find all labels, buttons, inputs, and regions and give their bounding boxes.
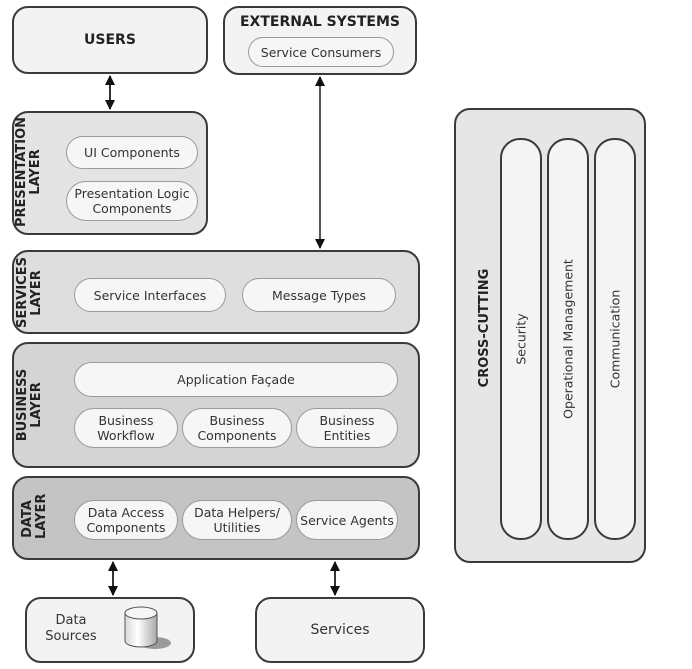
presentation-label-line1: PRESENTATION — [14, 116, 29, 228]
services-title: Services — [310, 622, 370, 638]
data-access-components-pill: Data Access Components — [74, 500, 178, 540]
cross-cutting-title: CROSS-CUTTING — [477, 268, 492, 388]
message-types-pill: Message Types — [242, 278, 396, 312]
security-label: Security — [513, 313, 529, 365]
communication-label: Communication — [607, 289, 623, 389]
communication-column: Communication — [594, 138, 636, 540]
presentation-label-line2: LAYER — [28, 149, 43, 195]
services-layer-label: SERVICES LAYER — [15, 257, 46, 328]
external-systems-box: EXTERNAL SYSTEMS Service Consumers — [223, 6, 417, 75]
services-layer: SERVICES LAYER Service Interfaces Messag… — [12, 250, 420, 334]
security-column: Security — [500, 138, 542, 540]
service-consumers-pill: Service Consumers — [248, 37, 394, 67]
users-title: USERS — [84, 32, 136, 48]
presentation-layer-label: PRESENTATION LAYER — [14, 114, 45, 230]
data-sources-box: Data Sources — [25, 597, 195, 663]
presentation-logic-components-pill: Presentation Logic Components — [66, 181, 198, 221]
operational-management-column: Operational Management — [547, 138, 589, 540]
cross-cutting-box: CROSS-CUTTING Security Operational Manag… — [454, 108, 646, 563]
data-layer-label: DATA LAYER — [20, 493, 51, 539]
application-facade-pill: Application Façade — [74, 362, 398, 397]
presentation-layer: PRESENTATION LAYER UI Components Present… — [12, 111, 208, 235]
database-icon — [124, 606, 171, 649]
data-layer: DATA LAYER Data Access Components Data H… — [12, 476, 420, 560]
operational-management-label: Operational Management — [560, 259, 576, 419]
data-label-line2: LAYER — [34, 493, 49, 539]
external-systems-title: EXTERNAL SYSTEMS — [239, 14, 401, 30]
data-label-line1: DATA — [20, 500, 35, 538]
data-helpers-utilities-pill: Data Helpers/ Utilities — [182, 500, 292, 540]
service-agents-pill: Service Agents — [296, 500, 398, 540]
service-interfaces-pill: Service Interfaces — [74, 278, 226, 312]
data-sources-title: Data Sources — [45, 613, 97, 644]
users-box: USERS — [12, 6, 208, 74]
business-entities-pill: Business Entities — [296, 408, 398, 448]
business-label-line2: LAYER — [29, 382, 44, 428]
services-box: Services — [255, 597, 425, 663]
business-components-pill: Business Components — [182, 408, 292, 448]
business-workflow-pill: Business Workflow — [74, 408, 178, 448]
business-layer-label: BUSINESS LAYER — [15, 366, 46, 444]
services-label-line1: SERVICES — [15, 257, 30, 328]
services-label-line2: LAYER — [29, 270, 44, 316]
business-layer: BUSINESS LAYER Application Façade Busine… — [12, 342, 420, 468]
business-label-line1: BUSINESS — [15, 368, 30, 442]
ui-components-pill: UI Components — [66, 136, 198, 169]
